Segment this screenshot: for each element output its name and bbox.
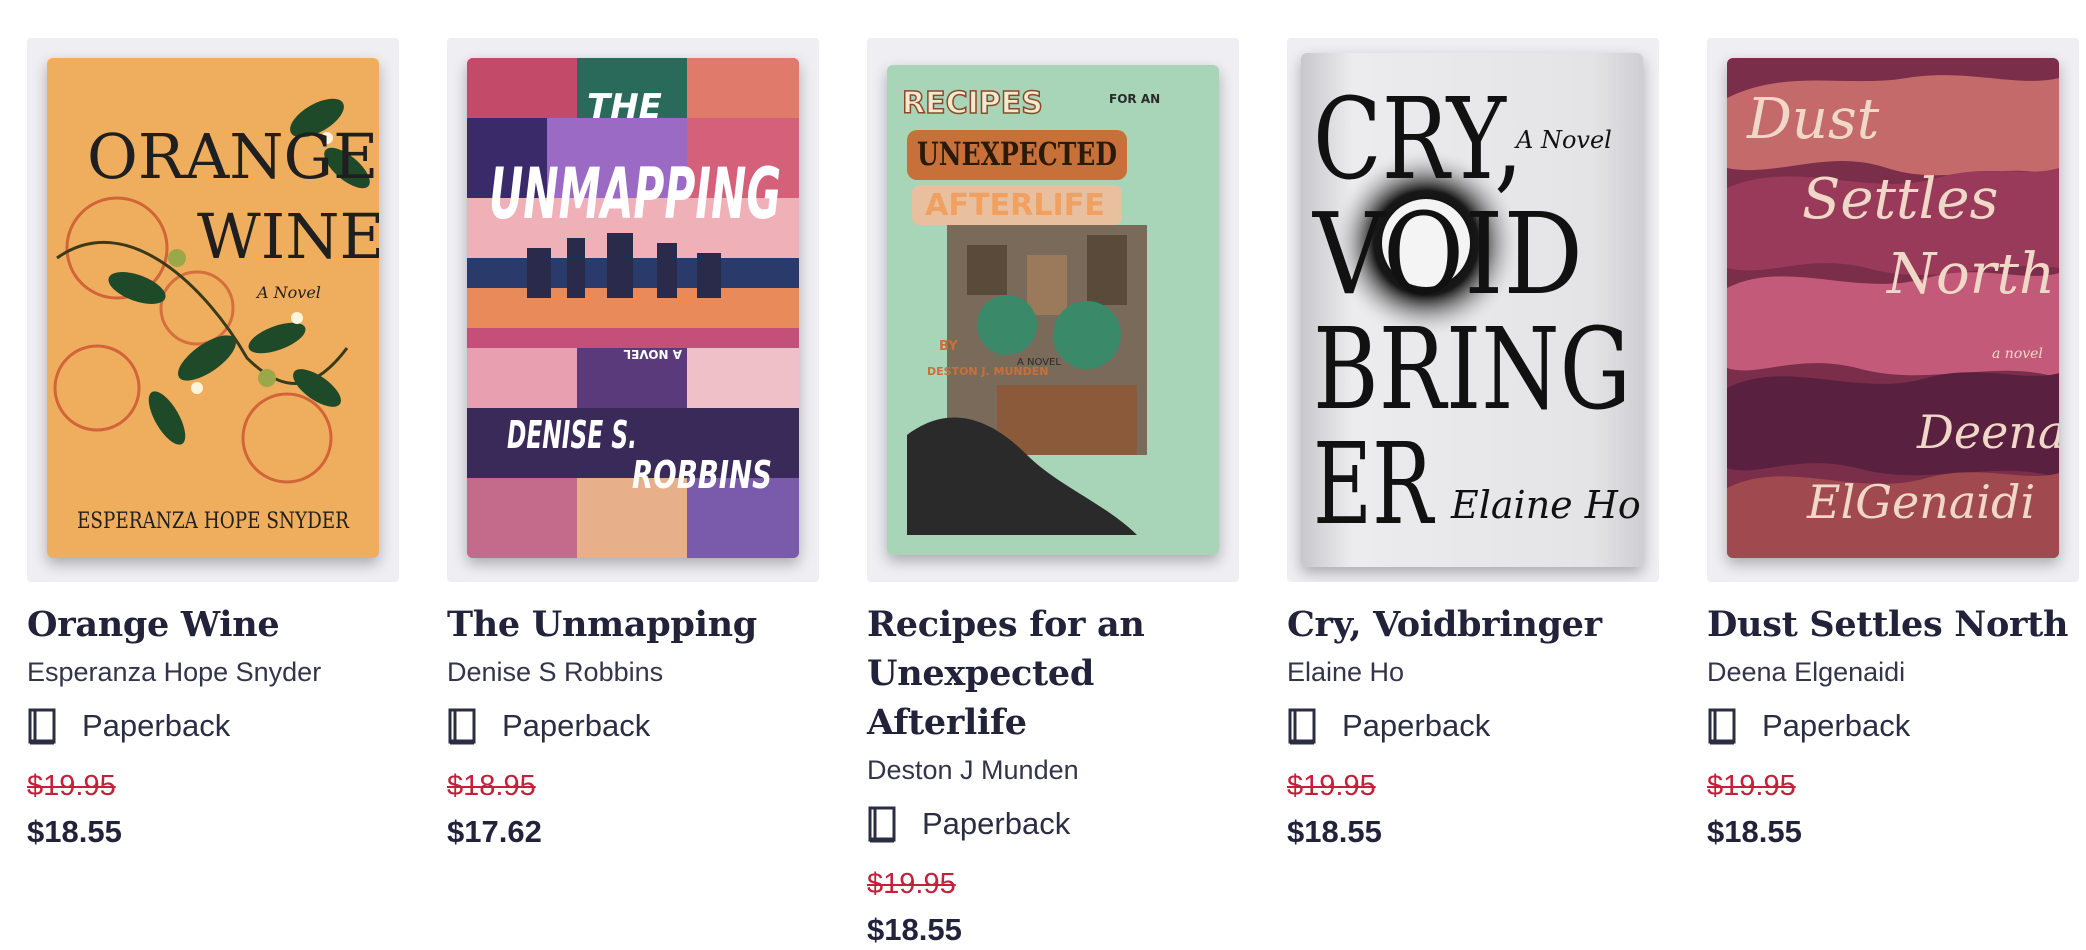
svg-text:DESTON J. MUNDEN: DESTON J. MUNDEN — [927, 365, 1049, 378]
cover-frame[interactable]: THE UNMAPPING A NOVEL DENISE S. ROBBINS — [447, 38, 819, 582]
cover-frame[interactable]: CRY, VOID BRING ER A Novel Elaine Ho — [1287, 38, 1659, 582]
original-price: $19.95 — [867, 868, 956, 900]
svg-text:A Novel: A Novel — [1514, 126, 1612, 154]
svg-text:VOID: VOID — [1311, 190, 1583, 320]
cover-frame[interactable]: Dust Settles North a novel Deena ElGenai… — [1707, 38, 2079, 582]
svg-text:THE: THE — [587, 87, 662, 127]
svg-text:DENISE S.: DENISE S. — [507, 413, 637, 457]
book-author[interactable]: Deena Elgenaidi — [1707, 652, 2079, 692]
book-cover-image[interactable]: Dust Settles North a novel Deena ElGenai… — [1727, 58, 2059, 558]
sale-price: $18.55 — [1707, 814, 1802, 849]
book-cover-image[interactable]: CRY, VOID BRING ER A Novel Elaine Ho — [1301, 53, 1643, 567]
book-title[interactable]: Recipes for an Unexpected Afterlife — [867, 600, 1239, 747]
svg-text:Elaine Ho: Elaine Ho — [1450, 483, 1641, 527]
book-card[interactable]: CRY, VOID BRING ER A Novel Elaine Ho Cry… — [1287, 38, 1659, 950]
book-title[interactable]: Dust Settles North — [1707, 600, 2079, 649]
format-row: Paperback — [1287, 704, 1659, 748]
sale-price: $18.55 — [867, 912, 962, 947]
svg-text:AFTERLIFE: AFTERLIFE — [925, 188, 1105, 223]
svg-text:ORANGE: ORANGE — [87, 120, 378, 193]
format-label: Paperback — [502, 708, 651, 743]
cry-voidbringer-cover: CRY, VOID BRING ER A Novel Elaine Ho — [1301, 53, 1643, 567]
svg-text:A Novel: A Novel — [255, 283, 321, 302]
original-price: $18.95 — [447, 770, 536, 802]
book-card[interactable]: RECIPES FOR AN UNEXPECTED AFTERLIFE A NO… — [867, 38, 1239, 950]
svg-text:a novel: a novel — [1992, 346, 2043, 362]
svg-text:North: North — [1885, 242, 2055, 307]
format-row: Paperback — [1707, 704, 2079, 748]
format-label: Paperback — [922, 806, 1071, 841]
format-label: Paperback — [1762, 708, 1911, 743]
svg-text:Settles: Settles — [1802, 167, 1998, 232]
book-grid: ORANGE WINE A Novel ESPERANZA HOPE SNYDE… — [27, 38, 2079, 950]
book-author[interactable]: Denise S Robbins — [447, 652, 819, 692]
book-cover-image[interactable]: ORANGE WINE A Novel ESPERANZA HOPE SNYDE… — [47, 58, 379, 558]
recipes-afterlife-cover: RECIPES FOR AN UNEXPECTED AFTERLIFE A NO… — [887, 65, 1219, 555]
book-icon — [28, 708, 56, 745]
original-price: $19.95 — [27, 770, 116, 802]
format-label: Paperback — [82, 708, 231, 743]
book-icon — [868, 806, 896, 843]
book-icon — [1708, 708, 1736, 745]
book-icon — [448, 708, 476, 745]
book-title[interactable]: Cry, Voidbringer — [1287, 600, 1659, 649]
book-title[interactable]: The Unmapping — [447, 600, 819, 649]
svg-text:WINE: WINE — [197, 200, 379, 273]
format-row: Paperback — [447, 704, 819, 748]
svg-text:UNMAPPING: UNMAPPING — [489, 153, 781, 235]
svg-text:UNEXPECTED: UNEXPECTED — [917, 135, 1117, 173]
svg-text:ER: ER — [1313, 420, 1436, 550]
sale-price: $18.55 — [27, 814, 122, 849]
svg-text:BY: BY — [939, 339, 958, 354]
svg-text:Deena: Deena — [1916, 405, 2059, 459]
cover-frame[interactable]: ORANGE WINE A Novel ESPERANZA HOPE SNYDE… — [27, 38, 399, 582]
format-label: Paperback — [1342, 708, 1491, 743]
format-row: Paperback — [27, 704, 399, 748]
svg-text:CRY,: CRY, — [1313, 75, 1523, 205]
book-card[interactable]: Dust Settles North a novel Deena ElGenai… — [1707, 38, 2079, 950]
svg-text:RECIPES: RECIPES — [902, 86, 1043, 121]
svg-text:ESPERANZA HOPE SNYDER: ESPERANZA HOPE SNYDER — [77, 509, 350, 534]
book-cover-image[interactable]: THE UNMAPPING A NOVEL DENISE S. ROBBINS — [467, 58, 799, 558]
book-author[interactable]: Deston J Munden — [867, 750, 1239, 790]
svg-text:BRING: BRING — [1313, 305, 1631, 435]
cover-frame[interactable]: RECIPES FOR AN UNEXPECTED AFTERLIFE A NO… — [867, 38, 1239, 582]
svg-text:A NOVEL: A NOVEL — [623, 347, 682, 361]
the-unmapping-cover: THE UNMAPPING A NOVEL DENISE S. ROBBINS — [467, 58, 799, 558]
format-row: Paperback — [867, 802, 1239, 846]
svg-text:Dust: Dust — [1746, 87, 1880, 152]
book-card[interactable]: ORANGE WINE A Novel ESPERANZA HOPE SNYDE… — [27, 38, 399, 950]
sale-price: $17.62 — [447, 814, 542, 849]
original-price: $19.95 — [1287, 770, 1376, 802]
book-icon — [1288, 708, 1316, 745]
svg-text:FOR AN: FOR AN — [1109, 92, 1160, 106]
book-author[interactable]: Esperanza Hope Snyder — [27, 652, 399, 692]
svg-text:ElGenaidi: ElGenaidi — [1806, 475, 2035, 529]
dust-settles-north-cover: Dust Settles North a novel Deena ElGenai… — [1727, 58, 2059, 558]
book-author[interactable]: Elaine Ho — [1287, 652, 1659, 692]
svg-text:ROBBINS: ROBBINS — [632, 453, 772, 497]
book-card[interactable]: THE UNMAPPING A NOVEL DENISE S. ROBBINS … — [447, 38, 819, 950]
original-price: $19.95 — [1707, 770, 1796, 802]
orange-wine-cover: ORANGE WINE A Novel ESPERANZA HOPE SNYDE… — [47, 58, 379, 558]
book-title[interactable]: Orange Wine — [27, 600, 399, 649]
sale-price: $18.55 — [1287, 814, 1382, 849]
book-cover-image[interactable]: RECIPES FOR AN UNEXPECTED AFTERLIFE A NO… — [887, 65, 1219, 555]
